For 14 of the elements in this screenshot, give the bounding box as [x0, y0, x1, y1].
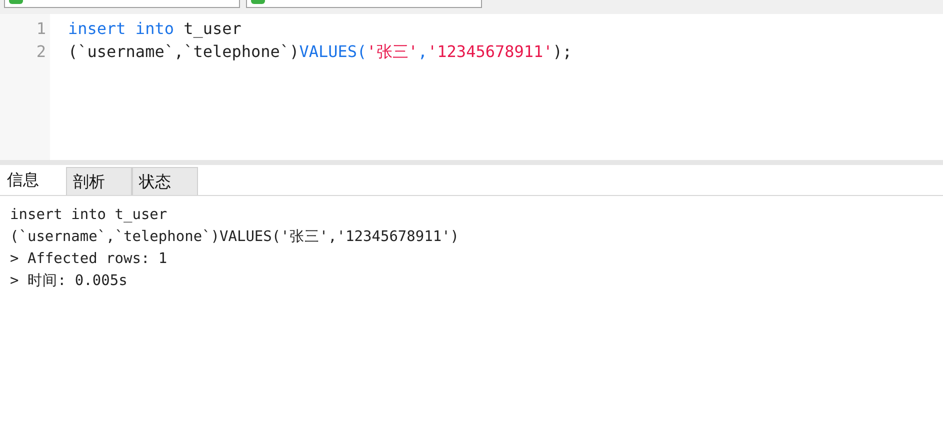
output-line: > 时间: 0.005s	[10, 272, 128, 291]
tab[interactable]: 剖析	[66, 167, 132, 195]
tab[interactable]: 状态	[132, 167, 198, 195]
line-number: 1	[35, 18, 47, 40]
output-line: (`username`,`telephone`)VALUES('张三','12345678911')	[10, 228, 460, 247]
output-line: > Affected rows: 1	[10, 250, 168, 269]
toolbar-field[interactable]	[246, 0, 482, 8]
toolbar-icon	[251, 0, 265, 4]
output-line: insert into t_user	[10, 206, 168, 225]
toolbar-field[interactable]	[4, 0, 240, 8]
code-line: (`username`,`telephone`)VALUES('张三','12345678911');	[68, 41, 572, 63]
line-number: 2	[35, 41, 47, 63]
code-line: insert into t_user	[68, 18, 242, 40]
toolbar-icon	[9, 0, 23, 4]
